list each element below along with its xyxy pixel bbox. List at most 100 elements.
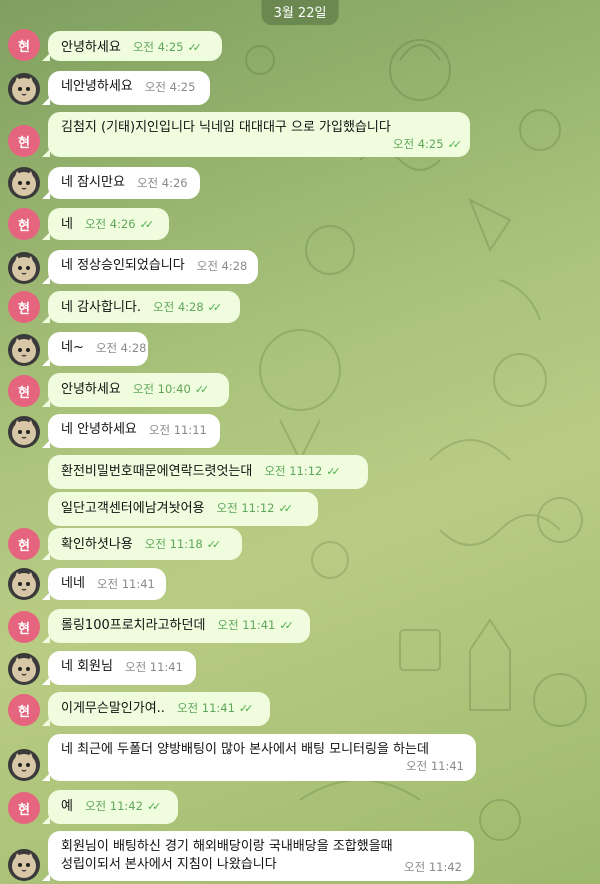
incoming-message[interactable]: 네네 오전 11:41 xyxy=(48,568,166,600)
bubble-tail xyxy=(42,315,50,323)
avatar-contact[interactable] xyxy=(8,334,40,366)
message-text: 네 정상승인되었습니다 xyxy=(61,258,185,273)
avatar-me[interactable]: 현 xyxy=(8,125,40,157)
outgoing-message[interactable]: 네 감사합니다. 오전 4:28 ✓✓ xyxy=(48,291,240,323)
message-meta: 오전 11:42 xyxy=(404,860,462,875)
message-meta: 오전 4:25 ✓✓ xyxy=(132,38,202,57)
message-text: 회원님이 배팅하신 경기 해외배당이랑 국내배당을 조합했을때 xyxy=(61,839,393,854)
outgoing-message[interactable]: 예 오전 11:42 ✓✓ xyxy=(48,790,178,824)
double-check-icon: ✓✓ xyxy=(146,800,162,813)
incoming-message[interactable]: 회원님이 배팅하신 경기 해외배당이랑 국내배당을 조합했을때성립이되서 본사에… xyxy=(48,831,474,881)
avatar-me[interactable]: 현 xyxy=(8,208,40,240)
avatar-me[interactable]: 현 xyxy=(8,29,40,61)
message-text: 이게무슨말인가여.. xyxy=(61,700,165,716)
message-meta: 오전 10:40 ✓✓ xyxy=(132,380,210,399)
message-text: 네 회원님 xyxy=(61,659,113,674)
cat-avatar-icon xyxy=(12,77,36,102)
message-time: 오전 11:42 xyxy=(84,799,143,813)
bubble-tail xyxy=(42,358,50,366)
double-check-icon: ✓✓ xyxy=(187,41,202,54)
double-check-icon: ✓✓ xyxy=(194,383,210,396)
avatar-me[interactable]: 현 xyxy=(8,792,40,824)
message-meta: 오전 11:18 ✓✓ xyxy=(145,535,222,554)
incoming-message[interactable]: 네 최근에 두폴더 양방배팅이 많아 본사에서 배팅 모니터링을 하는데오전 1… xyxy=(48,734,476,781)
message-text: 네 xyxy=(61,216,73,232)
message-meta: 오전 4:25 xyxy=(145,78,196,96)
message-meta: 오전 4:28 xyxy=(197,257,248,275)
avatar-contact[interactable] xyxy=(8,252,40,284)
message-time: 오전 4:28 xyxy=(153,300,204,314)
bubble-tail xyxy=(42,635,50,643)
avatar-me[interactable]: 현 xyxy=(8,611,40,643)
outgoing-message[interactable]: 이게무슨말인가여.. 오전 11:41 ✓✓ xyxy=(48,692,270,726)
double-check-icon: ✓✓ xyxy=(447,138,463,151)
avatar-contact[interactable] xyxy=(8,653,40,685)
message-time: 오전 10:40 xyxy=(132,382,191,396)
double-check-icon: ✓✓ xyxy=(238,702,254,715)
avatar-contact[interactable] xyxy=(8,73,40,105)
message-text: 네 최근에 두폴더 양방배팅이 많아 본사에서 배팅 모니터링을 하는데 xyxy=(61,742,429,757)
outgoing-message[interactable]: 김첨지 (기태)지인입니다 닉네임 대대대구 으로 가입했습니다 오전 4:25 ✓… xyxy=(48,112,470,157)
message-time: 오전 4:25 xyxy=(144,80,196,94)
outgoing-message[interactable]: 확인하셧나용 오전 11:18 ✓✓ xyxy=(48,528,242,560)
message-time: 오전 11:41 xyxy=(406,759,464,773)
outgoing-message[interactable]: 일단고객센터에남겨놧어용 오전 11:12 ✓✓ xyxy=(48,492,318,526)
avatar-contact[interactable] xyxy=(8,849,40,881)
outgoing-message[interactable]: 롤링100프로치라고하던데 오전 11:41 ✓✓ xyxy=(48,609,310,643)
outgoing-message[interactable]: 네 오전 4:26 ✓✓ xyxy=(48,208,169,240)
message-text: 환전비밀번호때문에연락드렷엇는대 xyxy=(61,463,253,479)
message-meta: 오전 4:26 xyxy=(137,174,188,192)
message-text: 확인하셧나용 xyxy=(61,536,133,552)
message-text: 안녕하세요 xyxy=(61,381,121,397)
incoming-message[interactable]: 네 회원님 오전 11:41 xyxy=(48,651,196,685)
message-time: 오전 4:26 xyxy=(84,217,136,231)
incoming-message[interactable]: 네 안녕하세요 오전 11:11 xyxy=(48,414,220,448)
message-text: 김첨지 (기태)지인입니다 닉네임 대대대구 으로 가입했습니다 xyxy=(61,120,391,135)
avatar-contact[interactable] xyxy=(8,749,40,781)
message-meta: 오전 4:25 ✓✓ xyxy=(61,137,463,152)
bubble-tail xyxy=(42,232,50,240)
double-check-icon: ✓✓ xyxy=(278,502,294,515)
double-check-icon: ✓✓ xyxy=(139,218,155,231)
avatar-me[interactable]: 현 xyxy=(8,694,40,726)
message-text: 네네 xyxy=(61,576,85,591)
avatar-contact[interactable] xyxy=(8,568,40,600)
message-time: 오전 11:11 xyxy=(148,423,207,437)
bubble-tail xyxy=(42,440,50,448)
incoming-message[interactable]: 네 잠시만요 오전 4:26 xyxy=(48,167,200,199)
outgoing-message[interactable]: 환전비밀번호때문에연락드렷엇는대 오전 11:12 ✓✓ xyxy=(48,455,368,489)
message-time: 오전 11:41 xyxy=(217,618,276,632)
avatar-me[interactable]: 현 xyxy=(8,291,40,323)
avatar-me[interactable]: 현 xyxy=(8,528,40,560)
message-time: 오전 4:25 xyxy=(132,40,184,54)
message-meta: 오전 11:41 ✓✓ xyxy=(217,616,294,635)
message-meta: 오전 11:12 ✓✓ xyxy=(216,499,294,518)
incoming-message[interactable]: 네안녕하세요 오전 4:25 xyxy=(48,71,210,105)
bubble-tail xyxy=(42,592,50,600)
avatar-contact[interactable] xyxy=(8,167,40,199)
message-meta: 오전 11:41 xyxy=(97,575,155,593)
double-check-icon: ✓✓ xyxy=(207,301,223,314)
bubble-tail xyxy=(42,677,50,685)
message-text: 안녕하세요 xyxy=(61,39,121,55)
bubble-tail xyxy=(42,816,50,824)
message-text: 네 잠시만요 xyxy=(61,175,125,190)
incoming-message[interactable]: 네~ 오전 4:28 xyxy=(48,332,148,366)
message-text: 롤링100프로치라고하던데 xyxy=(61,617,206,633)
avatar-contact[interactable] xyxy=(8,416,40,448)
outgoing-message[interactable]: 안녕하세요 오전 10:40 ✓✓ xyxy=(48,373,229,407)
message-time: 오전 4:26 xyxy=(136,176,188,190)
incoming-message[interactable]: 네 정상승인되었습니다 오전 4:28 xyxy=(48,250,258,284)
message-meta: 오전 4:28 xyxy=(96,339,147,357)
bubble-tail xyxy=(42,873,50,881)
avatar-me[interactable]: 현 xyxy=(8,375,40,407)
double-check-icon: ✓✓ xyxy=(206,538,222,551)
message-meta: 오전 11:41 xyxy=(61,759,464,774)
outgoing-message[interactable]: 안녕하세요 오전 4:25 ✓✓ xyxy=(48,31,222,61)
message-text-line2: 성립이되서 본사에서 지침이 나왔습니다 xyxy=(61,857,277,872)
bubble-tail xyxy=(42,552,50,560)
message-time: 오전 11:42 xyxy=(404,860,462,874)
message-time: 오전 4:25 xyxy=(392,137,444,151)
message-time: 오전 11:12 xyxy=(216,501,275,515)
cat-avatar-icon xyxy=(12,657,36,682)
